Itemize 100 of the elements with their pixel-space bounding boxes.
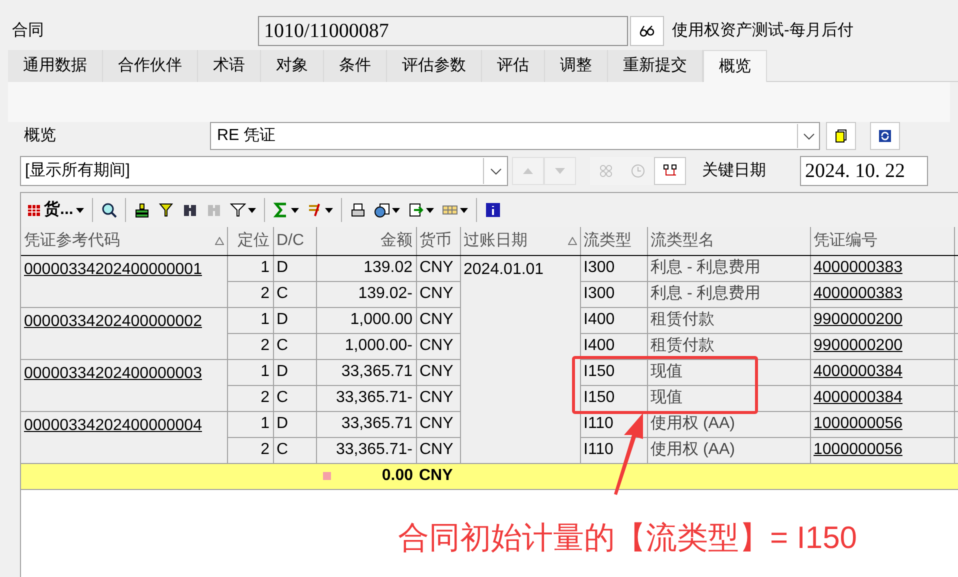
- tab[interactable]: 术语: [198, 50, 261, 82]
- table-cell: 33,365.71-: [316, 437, 416, 463]
- document-link[interactable]: 4000000384: [814, 389, 902, 406]
- glasses-button[interactable]: [630, 16, 664, 46]
- table-cell: 33,365.71: [316, 359, 416, 385]
- key-date-field[interactable]: 2024. 10. 22: [800, 156, 928, 186]
- document-link[interactable]: 4000000384: [814, 363, 902, 380]
- table-cell: D: [273, 359, 316, 385]
- reference-link[interactable]: 00000334202400000004: [24, 416, 202, 434]
- document-link[interactable]: 1000000056: [814, 441, 902, 458]
- table-cell: I150: [580, 359, 647, 385]
- document-link[interactable]: 4000000383: [814, 259, 902, 276]
- table-cell: C: [273, 437, 316, 463]
- total-currency: CNY: [419, 467, 453, 484]
- document-icon: [833, 128, 849, 144]
- document-link[interactable]: 4000000383: [814, 285, 902, 302]
- marker-icon: [323, 472, 331, 480]
- table-cell: 2: [227, 333, 273, 359]
- table-cell: I300: [580, 281, 647, 307]
- reference-link[interactable]: 00000334202400000003: [24, 364, 202, 382]
- table-cell: D: [273, 411, 316, 437]
- table-cell: I400: [580, 307, 647, 333]
- table-cell: 利息 - 利息费用: [647, 281, 810, 307]
- column-header[interactable]: 流类型: [580, 227, 647, 255]
- reference-link[interactable]: 00000334202400000001: [24, 260, 202, 278]
- caret-icon: [248, 208, 256, 212]
- table-cell: 租赁付款: [647, 307, 810, 333]
- key-date-label: 关键日期: [701, 160, 767, 181]
- tab[interactable]: 调整: [545, 50, 608, 82]
- column-header[interactable]: 凭证编号: [810, 227, 954, 255]
- caret-icon: [291, 208, 300, 212]
- caret-icon: [426, 208, 434, 212]
- tab[interactable]: 重新提交: [608, 50, 703, 82]
- contract-description: 使用权资产测试-每月后付: [672, 20, 854, 41]
- column-header[interactable]: 金额: [316, 227, 416, 255]
- table-cell: D: [273, 255, 316, 281]
- clock-icon: [630, 163, 646, 179]
- table-cell: D: [273, 307, 316, 333]
- caret-icon: [325, 208, 334, 212]
- column-header[interactable]: 定位: [227, 227, 273, 255]
- column-header[interactable]: 凭证参考代码: [21, 227, 227, 255]
- refresh-button[interactable]: [870, 122, 900, 150]
- table-cell: CNY: [416, 281, 460, 307]
- table-cell: 2: [227, 281, 273, 307]
- tab[interactable]: 评估: [482, 50, 545, 82]
- tab[interactable]: 通用数据: [8, 50, 103, 82]
- table-cell: 使用权 (AA): [647, 437, 810, 463]
- period-dropdown[interactable]: [显示所有期间]: [20, 156, 508, 186]
- overview-dropdown[interactable]: RE 凭证: [210, 122, 820, 150]
- table-cell: 租赁付款: [647, 333, 810, 359]
- tab[interactable]: 评估参数: [387, 50, 482, 82]
- refresh-icon: [877, 128, 893, 144]
- table-cell: 2: [227, 437, 273, 463]
- document-link[interactable]: 1000000056: [814, 415, 902, 432]
- table-cell: 139.02-: [316, 281, 416, 307]
- table-cell: 1: [227, 255, 273, 281]
- table-cell: C: [273, 333, 316, 359]
- tab[interactable]: 概览: [703, 50, 767, 82]
- posting-date: 2024.01.01: [464, 260, 544, 278]
- contract-label: 合同: [12, 21, 45, 41]
- table-cell: CNY: [416, 359, 460, 385]
- tab[interactable]: 对象: [261, 50, 324, 82]
- export-icon: [408, 202, 424, 218]
- chevron-down-icon: [802, 132, 814, 140]
- table-cell: 33,365.71: [316, 411, 416, 437]
- chevron-down-icon: [490, 168, 502, 174]
- table-cell: 1,000.00: [316, 307, 416, 333]
- table-cell: I150: [580, 385, 647, 411]
- document-button[interactable]: [826, 122, 856, 150]
- caret-icon: [76, 208, 84, 212]
- total-amount: 0.00: [382, 466, 413, 486]
- document-link[interactable]: 9900000200: [814, 311, 902, 328]
- table-cell: 使用权 (AA): [647, 411, 810, 437]
- overview-label: 概览: [23, 126, 57, 146]
- column-header[interactable]: 货币: [416, 227, 460, 255]
- info-icon: [485, 202, 502, 218]
- sort-icon: [568, 236, 576, 245]
- column-header[interactable]: D/C: [273, 227, 316, 255]
- caret-icon: [460, 208, 468, 212]
- tab[interactable]: 合作伙伴: [103, 50, 198, 82]
- sort-icon: [214, 236, 224, 245]
- document-link[interactable]: 9900000200: [814, 337, 902, 354]
- column-header[interactable]: 流类型名: [647, 227, 810, 255]
- hierarchy-button[interactable]: [654, 157, 686, 185]
- table-cell: CNY: [416, 411, 460, 437]
- table-cell: I400: [580, 333, 647, 359]
- table-cell: 现值: [647, 385, 810, 411]
- table-cell: 33,365.71-: [316, 385, 416, 411]
- contract-number-field[interactable]: 1010/11000087: [258, 16, 628, 46]
- currency-button[interactable]: 货...: [23, 196, 88, 224]
- circles-icon: [598, 163, 614, 179]
- table-cell: 1: [227, 359, 273, 385]
- table-cell: 2: [227, 385, 273, 411]
- column-header[interactable]: 过账日期: [460, 227, 580, 255]
- tab[interactable]: 条件: [324, 50, 387, 82]
- magnifier-icon: [101, 202, 118, 218]
- table-cell: 139.02: [316, 255, 416, 281]
- table-cell: CNY: [416, 385, 460, 411]
- table-cell: I300: [580, 255, 647, 281]
- reference-link[interactable]: 00000334202400000002: [24, 312, 202, 330]
